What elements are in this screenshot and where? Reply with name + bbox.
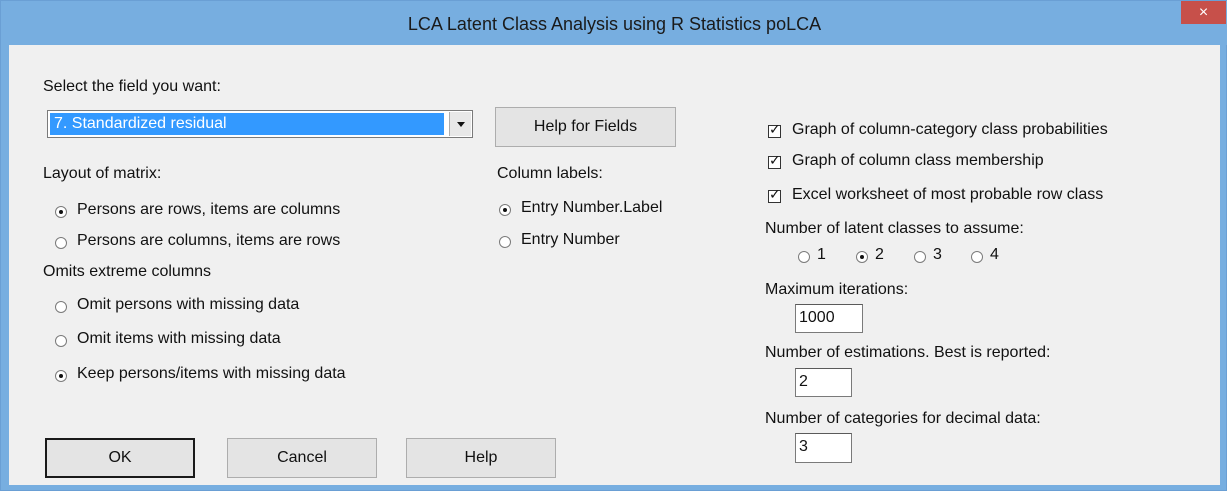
column-label-entry-number-text[interactable]: Entry Number xyxy=(521,231,620,249)
omit-persons-radio[interactable] xyxy=(55,301,67,313)
layout-option-rows-radio[interactable] xyxy=(55,206,67,218)
field-dropdown-value: 7. Standardized residual xyxy=(50,113,444,135)
iterations-label: Maximum iterations: xyxy=(765,281,909,298)
classes-label: Number of latent classes to assume: xyxy=(765,220,1024,237)
estimations-input[interactable]: 2 xyxy=(795,368,852,397)
classes-option-4-label[interactable]: 4 xyxy=(990,246,999,264)
classes-option-1-label[interactable]: 1 xyxy=(817,246,826,264)
classes-option-2-radio[interactable] xyxy=(856,251,868,263)
classes-option-3-radio[interactable] xyxy=(914,251,926,263)
omit-items-radio[interactable] xyxy=(55,335,67,347)
title-bar[interactable]: LCA Latent Class Analysis using R Statis… xyxy=(1,1,1227,45)
close-button[interactable]: × xyxy=(1181,1,1226,24)
layout-label: Layout of matrix: xyxy=(43,165,162,182)
help-for-fields-button[interactable]: Help for Fields xyxy=(495,107,676,147)
categories-label: Number of categories for decimal data: xyxy=(765,410,1041,427)
cancel-button[interactable]: Cancel xyxy=(227,438,377,478)
class-probabilities-checkbox[interactable] xyxy=(768,122,781,138)
omit-persons-label[interactable]: Omit persons with missing data xyxy=(77,296,299,314)
omit-items-label[interactable]: Omit items with missing data xyxy=(77,330,281,348)
dialog-window: LCA Latent Class Analysis using R Statis… xyxy=(0,0,1227,491)
estimations-label: Number of estimations. Best is reported: xyxy=(765,344,1051,361)
iterations-input[interactable]: 1000 xyxy=(795,304,863,333)
column-label-entry-number-label-radio[interactable] xyxy=(499,204,511,216)
field-label: Select the field you want: xyxy=(43,78,221,95)
classes-option-1-radio[interactable] xyxy=(798,251,810,263)
omits-label: Omits extreme columns xyxy=(43,263,212,280)
excel-worksheet-label[interactable]: Excel worksheet of most probable row cla… xyxy=(792,186,1103,204)
column-labels-label: Column labels: xyxy=(497,165,603,182)
layout-option-columns-label[interactable]: Persons are columns, items are rows xyxy=(77,232,340,250)
field-dropdown[interactable]: 7. Standardized residual xyxy=(47,110,473,138)
ok-button[interactable]: OK xyxy=(45,438,195,478)
class-membership-label[interactable]: Graph of column class membership xyxy=(792,152,1044,170)
excel-worksheet-checkbox[interactable] xyxy=(768,187,781,203)
categories-input[interactable]: 3 xyxy=(795,433,852,463)
chevron-down-icon[interactable] xyxy=(449,112,471,136)
classes-option-2-label[interactable]: 2 xyxy=(875,246,884,264)
help-button[interactable]: Help xyxy=(406,438,556,478)
keep-missing-label[interactable]: Keep persons/items with missing data xyxy=(77,365,346,383)
window-title: LCA Latent Class Analysis using R Statis… xyxy=(407,14,822,34)
classes-option-3-label[interactable]: 3 xyxy=(933,246,942,264)
class-probabilities-label[interactable]: Graph of column-category class probabili… xyxy=(792,121,1108,139)
column-label-entry-number-label-text[interactable]: Entry Number.Label xyxy=(521,199,662,217)
keep-missing-radio[interactable] xyxy=(55,370,67,382)
dialog-body: Select the field you want: 7. Standardiz… xyxy=(9,45,1220,485)
layout-option-rows-label[interactable]: Persons are rows, items are columns xyxy=(77,201,340,219)
class-membership-checkbox[interactable] xyxy=(768,153,781,169)
classes-option-4-radio[interactable] xyxy=(971,251,983,263)
column-label-entry-number-radio[interactable] xyxy=(499,236,511,248)
layout-option-columns-radio[interactable] xyxy=(55,237,67,249)
